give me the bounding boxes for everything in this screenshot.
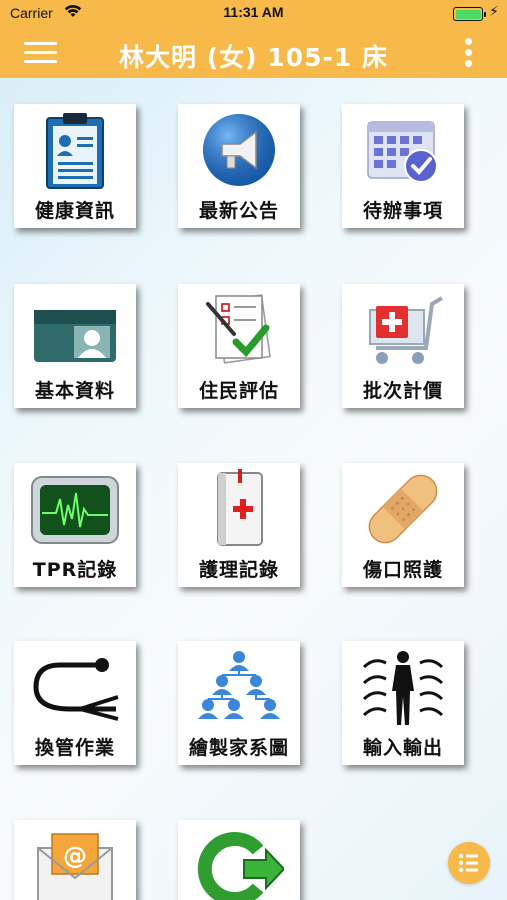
catheter-tube-icon (33, 658, 119, 721)
tile-label: 健康資訊 (34, 200, 115, 222)
menu-tile-announcements[interactable]: 最新公告 (178, 104, 300, 228)
menu-tile-nursing-record[interactable]: 護理記錄 (178, 463, 300, 587)
menu-tile-batch-pricing[interactable]: 批次計價 (342, 284, 464, 408)
menu-tile-wound-care[interactable]: 傷口照護 (342, 463, 464, 587)
id-card-icon (34, 310, 116, 362)
vital-monitor-icon (31, 476, 119, 544)
calendar-check-icon (367, 121, 438, 183)
tile-label: 最新公告 (198, 200, 279, 222)
megaphone-icon (203, 114, 275, 186)
tile-label: 待辦事項 (362, 200, 443, 222)
menu-tile-email[interactable]: @ (14, 820, 136, 900)
charging-icon: ⚡ (489, 4, 499, 20)
clipboard-id-icon (46, 113, 104, 189)
family-tree-icon (198, 651, 280, 719)
tile-label: 批次計價 (362, 380, 443, 402)
menu-tile-basic-data[interactable]: 基本資料 (14, 284, 136, 408)
tile-label: 基本資料 (34, 380, 115, 402)
tile-label: 輸入輸出 (362, 737, 443, 759)
tile-label: 住民評估 (198, 380, 279, 402)
menu-tile-assessment[interactable]: 住民評估 (178, 284, 300, 408)
menu-tile-health-info[interactable]: 健康資訊 (14, 104, 136, 228)
tile-label: TPR記錄 (32, 559, 118, 581)
app-header: Carrier 11:31 AM ⚡ 林大明 (女) 105-1 床 (0, 0, 507, 78)
battery-icon (453, 7, 486, 21)
medical-book-icon (217, 469, 263, 546)
tile-label: 傷口照護 (362, 559, 443, 581)
tile-label: 繪製家系圖 (188, 737, 289, 759)
menu-tile-logout[interactable] (178, 820, 300, 900)
page-title: 林大明 (女) 105-1 床 (119, 43, 388, 72)
menu-tile-tpr[interactable]: TPR記錄 (14, 463, 136, 587)
email-icon: @ (37, 833, 113, 900)
menu-tile-tube-change[interactable]: 換管作業 (14, 641, 136, 765)
logout-arrow-icon (197, 832, 284, 900)
clock-time: 11:31 AM (223, 4, 284, 20)
menu-tile-family-tree[interactable]: 繪製家系圖 (178, 641, 300, 765)
body-flow-icon (362, 651, 444, 725)
list-icon (458, 853, 478, 873)
shopping-cart-icon (369, 296, 444, 364)
tile-label: 護理記錄 (198, 559, 279, 581)
navigation-bar: 林大明 (女) 105-1 床 (0, 28, 507, 78)
svg-text:@: @ (63, 842, 87, 870)
status-bar: Carrier 11:31 AM ⚡ (0, 0, 507, 28)
menu-tile-todo[interactable]: 待辦事項 (342, 104, 464, 228)
more-vertical-icon[interactable] (463, 38, 473, 68)
menu-tile-intake-output[interactable]: 輸入輸出 (342, 641, 464, 765)
menu-grid: 健康資訊 最新公告 待辦事項 基本資料 住民評估 批次計價 TPR記錄 護理記錄… (0, 78, 507, 900)
list-fab-button[interactable] (448, 842, 490, 884)
tile-label: 換管作業 (34, 737, 115, 759)
checklist-pen-icon (206, 294, 271, 364)
bandage-icon (368, 474, 438, 544)
